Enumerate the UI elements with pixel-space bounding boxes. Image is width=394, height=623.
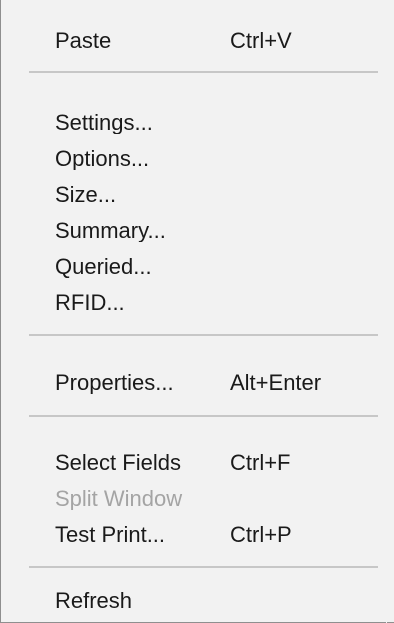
menu-separator [29, 415, 378, 417]
menu-item-settings[interactable]: Settings... [1, 105, 380, 141]
menu-separator [29, 71, 378, 73]
menu-item-label: Test Print... [55, 524, 166, 546]
menu-item-rfid[interactable]: RFID... [1, 285, 380, 321]
menu-item-shortcut: Ctrl+P [230, 522, 292, 547]
menu-item-select-fields[interactable]: Select Fields Ctrl+F [1, 445, 380, 481]
menu-separator [29, 334, 378, 336]
menu-item-shortcut: Alt+Enter [230, 370, 322, 395]
menu-item-shortcut: Ctrl+V [230, 28, 292, 53]
context-menu: Paste Ctrl+V Settings... Options... Size… [0, 0, 394, 623]
menu-item-label: RFID... [55, 292, 125, 314]
menu-item-label: Properties... [55, 372, 174, 394]
menu-item-test-print[interactable]: Test Print... Ctrl+P [1, 517, 380, 553]
menu-item-refresh[interactable]: Refresh [1, 583, 380, 619]
menu-item-label: Queried... [55, 256, 152, 278]
menu-item-properties[interactable]: Properties... Alt+Enter [1, 365, 380, 401]
menu-item-label: Select Fields [55, 452, 181, 474]
menu-item-queried[interactable]: Queried... [1, 249, 380, 285]
menu-item-size[interactable]: Size... [1, 177, 380, 213]
menu-item-label: Paste [55, 30, 112, 52]
menu-item-label: Refresh [55, 590, 133, 612]
menu-item-label: Settings... [55, 112, 153, 134]
menu-right-edge [386, 0, 387, 623]
menu-item-label: Options... [55, 148, 150, 170]
menu-item-options[interactable]: Options... [1, 141, 380, 177]
menu-item-summary[interactable]: Summary... [1, 213, 380, 249]
menu-item-label: Split Window [55, 488, 183, 510]
menu-item-paste[interactable]: Paste Ctrl+V [1, 23, 380, 59]
menu-item-shortcut: Ctrl+F [230, 450, 291, 475]
menu-item-label: Summary... [55, 220, 166, 242]
menu-item-label: Size... [55, 184, 117, 206]
menu-separator [29, 566, 378, 568]
menu-item-split-window: Split Window [1, 481, 380, 517]
